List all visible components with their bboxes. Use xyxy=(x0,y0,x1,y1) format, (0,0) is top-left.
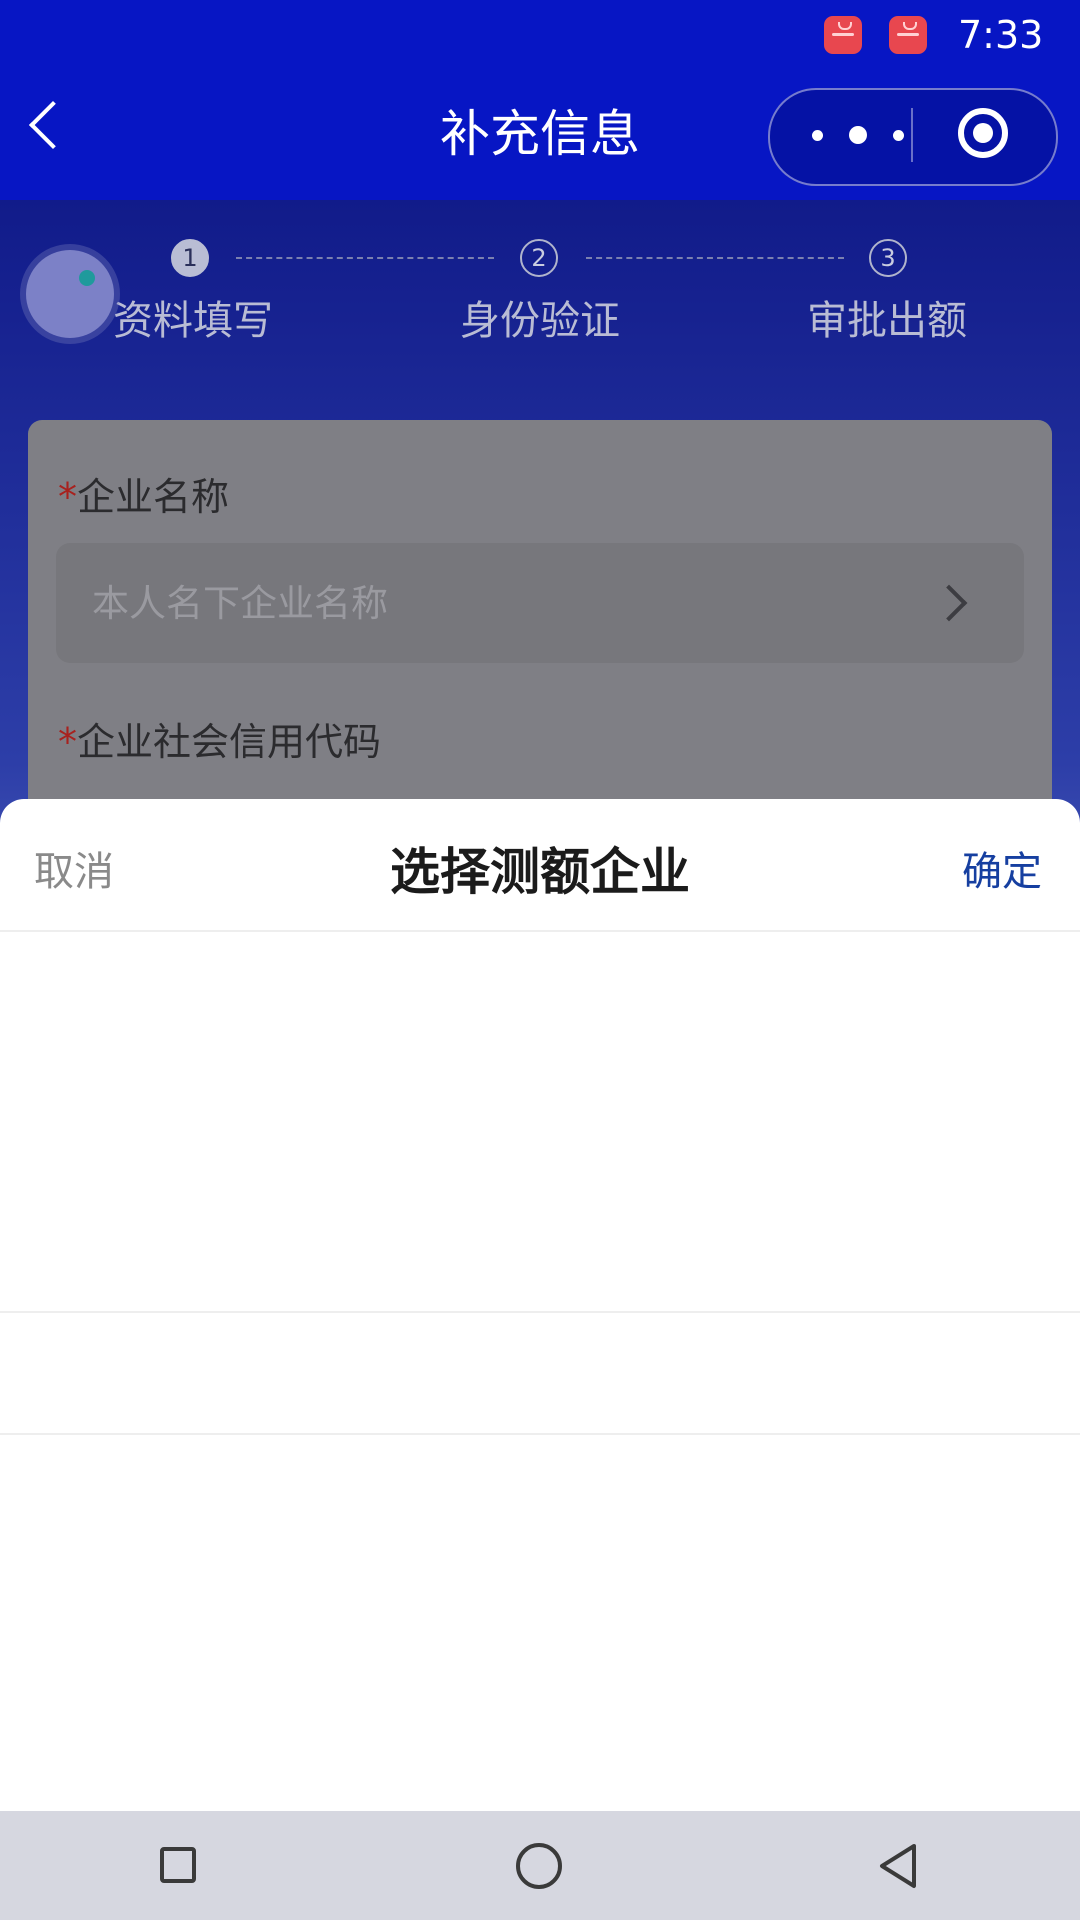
app-store-icon xyxy=(889,16,927,54)
recent-apps-icon[interactable] xyxy=(160,1847,196,1883)
picker-title: 选择测额企业 xyxy=(390,843,690,901)
step-1-label: 资料填写 xyxy=(113,298,273,344)
status-time: 7:33 xyxy=(958,13,1044,57)
step-1-circle: 1 xyxy=(171,239,209,277)
more-dots-icon[interactable] xyxy=(812,122,904,148)
app-store-icon xyxy=(824,16,862,54)
back-triangle-icon[interactable] xyxy=(874,1842,922,1890)
step-3-label: 审批出额 xyxy=(807,298,967,344)
floating-assistant-button[interactable] xyxy=(26,250,114,338)
company-name-label: *企业名称 xyxy=(58,472,229,522)
step-3-circle: 3 xyxy=(869,239,907,277)
step-2-circle: 2 xyxy=(520,239,558,277)
home-icon[interactable] xyxy=(516,1843,562,1889)
step-connector xyxy=(586,257,844,259)
capsule-divider xyxy=(911,108,913,162)
step-2-label: 身份验证 xyxy=(460,298,620,344)
picker-selection-bottom-line xyxy=(0,1433,1080,1435)
company-name-placeholder: 本人名下企业名称 xyxy=(92,582,388,625)
required-mark: * xyxy=(58,475,77,519)
credit-code-label: *企业社会信用代码 xyxy=(58,717,381,767)
step-connector xyxy=(236,257,494,259)
assistant-status-dot xyxy=(79,270,95,286)
company-name-label-text: 企业名称 xyxy=(77,475,230,519)
confirm-button[interactable]: 确定 xyxy=(962,846,1042,898)
required-mark: * xyxy=(58,720,77,764)
picker-wheel[interactable] xyxy=(0,932,1080,1432)
target-circle-icon[interactable] xyxy=(958,108,1008,158)
picker-selection-top-line xyxy=(0,1311,1080,1313)
credit-code-label-text: 企业社会信用代码 xyxy=(77,720,382,764)
